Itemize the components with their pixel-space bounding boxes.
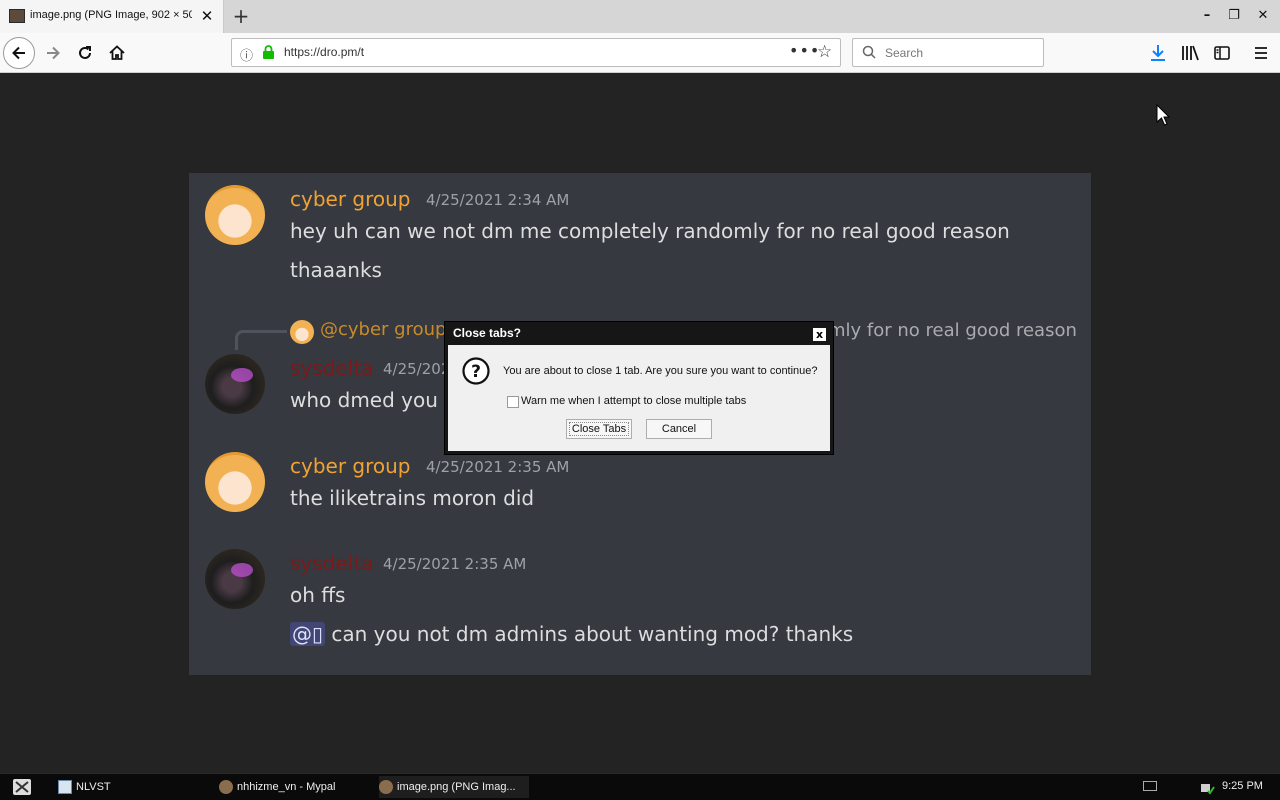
- reload-button[interactable]: [70, 38, 100, 68]
- page-actions-icon[interactable]: •••: [789, 41, 820, 60]
- taskbar-item-nlvst[interactable]: NLVST: [58, 776, 208, 798]
- warn-checkbox[interactable]: [507, 396, 519, 408]
- username: cyber group: [290, 454, 411, 478]
- message-text: @▯ can you not dm admins about wanting m…: [290, 622, 853, 646]
- taskbar-item-label: nhhizme_vn - Mypal: [237, 781, 336, 793]
- taskbar-clock: 9:25 PM: [1222, 780, 1263, 792]
- maximize-button[interactable]: ❐: [1222, 6, 1246, 26]
- message-timestamp: 4/25/202: [383, 360, 451, 378]
- message-text: oh ffs: [290, 583, 346, 607]
- library-button[interactable]: [1176, 38, 1204, 68]
- search-bar[interactable]: Search: [852, 38, 1044, 67]
- user-mention: @▯: [290, 622, 326, 646]
- sidebar-toggle-button[interactable]: [1208, 38, 1236, 68]
- url-text[interactable]: https://dro.pm/t: [284, 45, 364, 59]
- browser-tab-active[interactable]: image.png (PNG Image, 902 × 502 pixels) …: [0, 0, 224, 33]
- menu-button[interactable]: [1247, 38, 1275, 68]
- message-timestamp: 4/25/2021 2:35 AM: [383, 555, 527, 573]
- library-icon: [1182, 45, 1199, 61]
- search-placeholder: Search: [885, 46, 924, 60]
- avatar: [205, 185, 265, 245]
- cancel-button[interactable]: Cancel: [646, 419, 712, 439]
- home-button[interactable]: [102, 38, 132, 68]
- svg-text:?: ?: [471, 362, 481, 382]
- taskbar-item-label: image.png (PNG Imag...: [397, 781, 516, 793]
- mouse-cursor-icon: [1156, 104, 1170, 126]
- question-icon: ?: [462, 357, 490, 385]
- warn-checkbox-label[interactable]: Warn me when I attempt to close multiple…: [521, 395, 746, 407]
- minimize-button[interactable]: –: [1195, 6, 1219, 26]
- message-timestamp: 4/25/2021 2:34 AM: [426, 191, 570, 209]
- message-text: who dmed you: [290, 388, 438, 412]
- message-text: thaaanks: [290, 258, 382, 282]
- avatar: [205, 354, 265, 414]
- back-button[interactable]: [3, 37, 35, 69]
- dialog-title: Close tabs?: [453, 326, 522, 340]
- lock-icon: [263, 45, 274, 59]
- sidebar-icon: [1214, 46, 1230, 60]
- bookmark-star-icon[interactable]: ☆: [817, 42, 832, 62]
- dialog-body: ? You are about to close 1 tab. Are you …: [448, 345, 830, 451]
- message-text: the iliketrains moron did: [290, 486, 535, 510]
- search-icon: [862, 45, 876, 59]
- mypal-browser-icon: [219, 780, 233, 795]
- forward-arrow-icon: [47, 46, 60, 60]
- taskbar-item-label: NLVST: [76, 781, 111, 793]
- network-icon[interactable]: [1199, 779, 1215, 795]
- close-tabs-dialog: Close tabs? x ? You are about to close 1…: [444, 321, 834, 455]
- tab-title: image.png (PNG Image, 902 × 502 pixels): [30, 9, 192, 21]
- window-close-button[interactable]: ✕: [1251, 6, 1275, 26]
- avatar: [205, 452, 265, 512]
- message-text: hey uh can we not dm me completely rando…: [290, 219, 1010, 243]
- reload-icon: [79, 46, 91, 59]
- home-icon: [109, 45, 125, 60]
- username: sysdelta: [290, 356, 374, 380]
- message-text-after-mention: can you not dm admins about wanting mod?…: [325, 622, 854, 646]
- downloads-button[interactable]: [1144, 38, 1172, 68]
- url-bar[interactable]: ⓘ https://dro.pm/t ••• ☆: [231, 38, 841, 67]
- download-icon: [1151, 45, 1165, 61]
- hamburger-menu-icon: [1255, 47, 1267, 59]
- dialog-message: You are about to close 1 tab. Are you su…: [503, 365, 818, 377]
- navigation-toolbar: ⓘ https://dro.pm/t ••• ☆ Search: [0, 33, 1280, 73]
- dialog-close-icon[interactable]: x: [813, 328, 826, 341]
- reply-avatar: [290, 320, 314, 344]
- taskbar-item-mypal[interactable]: nhhizme_vn - Mypal: [219, 776, 369, 798]
- keyboard-icon[interactable]: [1143, 781, 1157, 791]
- taskbar-item-image-png[interactable]: image.png (PNG Imag...: [379, 776, 529, 798]
- avatar: [205, 549, 265, 609]
- taskbar: NLVST nhhizme_vn - Mypal image.png (PNG …: [0, 773, 1280, 800]
- username: cyber group: [290, 187, 411, 211]
- image-favicon-icon: [9, 9, 25, 23]
- reply-preview-text: omly for no real good reason: [817, 320, 1077, 341]
- document-icon: [58, 780, 72, 795]
- info-icon[interactable]: ⓘ: [240, 45, 253, 64]
- message-timestamp: 4/25/2021 2:35 AM: [426, 458, 570, 476]
- close-tabs-button[interactable]: Close Tabs: [566, 419, 632, 439]
- new-tab-button[interactable]: +: [229, 4, 253, 28]
- forward-button[interactable]: [38, 38, 68, 68]
- reply-username: @cyber group: [320, 319, 447, 340]
- mypal-browser-icon: [379, 780, 393, 795]
- tab-close-icon[interactable]: ✕: [198, 6, 216, 26]
- reply-connector: [235, 330, 287, 350]
- start-menu-icon[interactable]: [12, 778, 32, 796]
- username: sysdelta: [290, 551, 374, 575]
- tab-strip: image.png (PNG Image, 902 × 502 pixels) …: [0, 0, 1280, 33]
- back-arrow-icon: [12, 46, 25, 60]
